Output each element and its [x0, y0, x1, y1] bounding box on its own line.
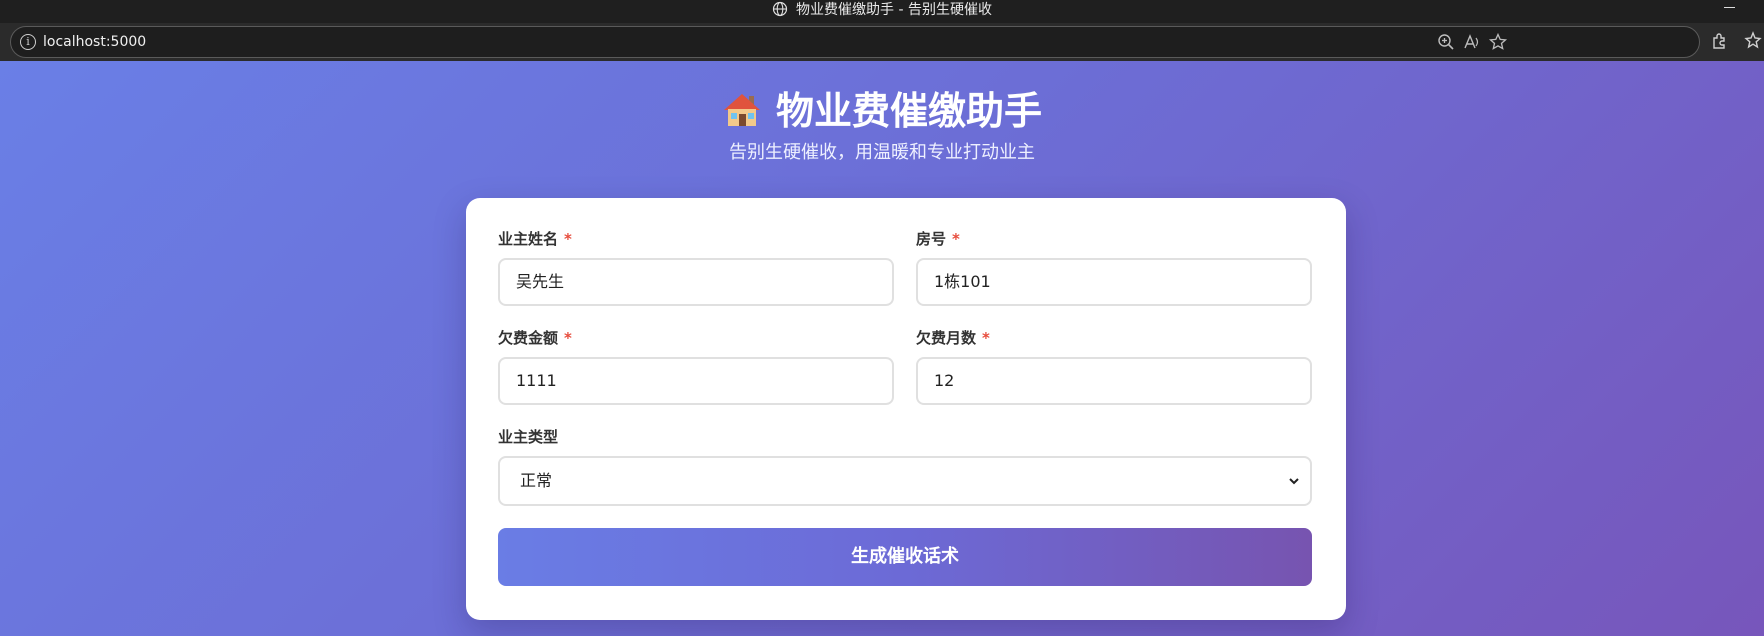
- required-mark: *: [564, 230, 572, 248]
- form-card: 业主姓名 * 吴先生 房号 * 1栋101 欠费金额 * 1111 欠费月数 * 12 …: [466, 198, 1346, 620]
- window-title-text: 物业费催缴助手 - 告别生硬催收: [796, 2, 992, 18]
- room-number-input[interactable]: 1栋101: [916, 258, 1312, 306]
- page-content: 物业费催缴助手 告别生硬催收，用温暖和专业打动业主 业主姓名 * 吴先生 房号 * …: [0, 61, 1764, 636]
- arrears-months-field: 欠费月数 * 12: [916, 329, 1312, 405]
- window-titlebar: 物业费催缴助手 - 告别生硬催收: [0, 0, 1764, 23]
- required-mark: *: [952, 230, 960, 248]
- browser-toolbar: i localhost:5000: [0, 23, 1764, 61]
- owner-type-select[interactable]: 正常: [498, 456, 1312, 506]
- house-icon: [723, 94, 760, 126]
- url-text[interactable]: localhost:5000: [43, 33, 146, 51]
- info-icon[interactable]: i: [20, 34, 36, 50]
- arrears-amount-field: 欠费金额 * 1111: [498, 329, 894, 405]
- room-number-field: 房号 * 1栋101: [916, 230, 1312, 306]
- required-mark: *: [564, 329, 572, 347]
- owner-name-field: 业主姓名 * 吴先生: [498, 230, 894, 306]
- favorite-star-icon[interactable]: [1488, 32, 1508, 52]
- minimize-button[interactable]: [1720, 0, 1740, 14]
- arrears-amount-input[interactable]: 1111: [498, 357, 894, 405]
- read-aloud-icon[interactable]: [1462, 32, 1482, 52]
- owner-type-selected: 正常: [520, 471, 553, 490]
- owner-name-label: 业主姓名 *: [498, 230, 572, 248]
- owner-type-label: 业主类型: [498, 428, 559, 446]
- arrears-months-input[interactable]: 12: [916, 357, 1312, 405]
- page-title: 物业费催缴助手: [0, 87, 1764, 135]
- room-number-label: 房号 *: [916, 230, 960, 248]
- zoom-icon[interactable]: [1436, 32, 1456, 52]
- favorites-icon[interactable]: [1742, 30, 1764, 52]
- owner-type-field: 业主类型 正常: [498, 428, 1312, 506]
- chevron-down-icon: [1289, 478, 1299, 485]
- address-bar[interactable]: i localhost:5000: [10, 26, 1700, 58]
- required-mark: *: [982, 329, 990, 347]
- globe-icon: [772, 1, 788, 17]
- extensions-icon[interactable]: [1709, 30, 1731, 52]
- window-title: 物业费催缴助手 - 告别生硬催收: [0, 1, 1764, 18]
- arrears-months-label: 欠费月数 *: [916, 329, 990, 347]
- page-subtitle: 告别生硬催收，用温暖和专业打动业主: [729, 142, 1035, 163]
- owner-name-input[interactable]: 吴先生: [498, 258, 894, 306]
- generate-script-button[interactable]: 生成催收话术: [498, 528, 1312, 586]
- arrears-amount-label: 欠费金额 *: [498, 329, 572, 347]
- page-title-text: 物业费催缴助手: [775, 89, 1042, 133]
